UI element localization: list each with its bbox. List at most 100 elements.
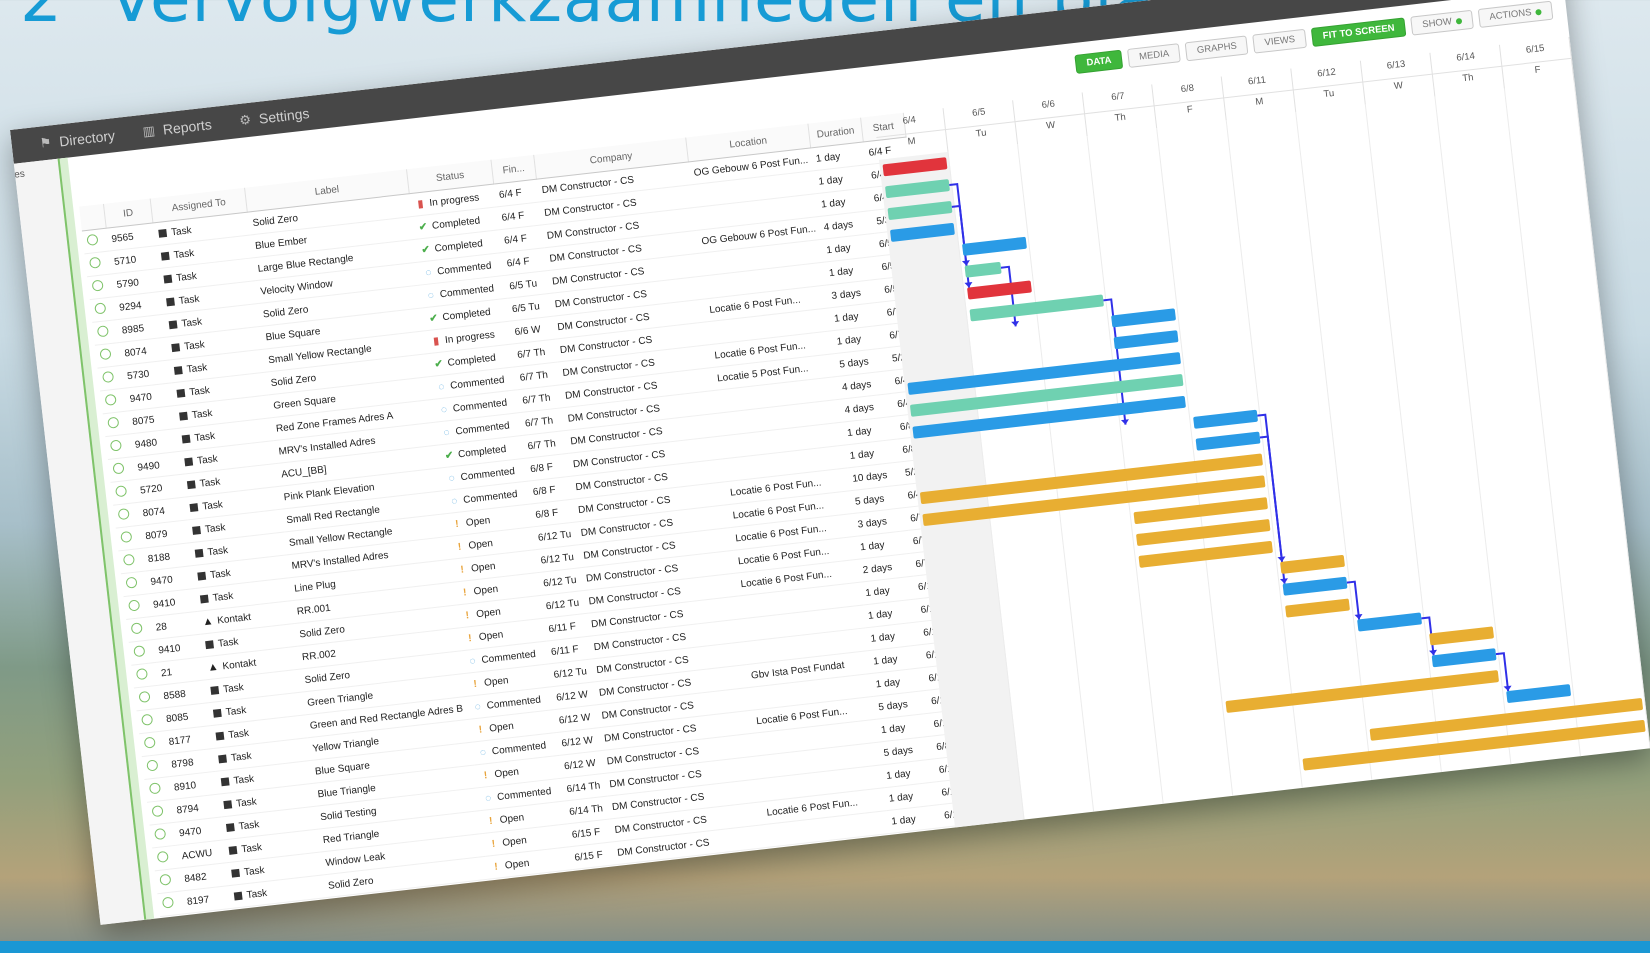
- row-select-cell[interactable]: [115, 525, 143, 551]
- row-select-cell[interactable]: [81, 228, 109, 254]
- row-select-cell[interactable]: [136, 708, 164, 734]
- toolbar-button-views[interactable]: VIEWS: [1252, 28, 1308, 54]
- row-select-cell[interactable]: [102, 411, 130, 437]
- row-select-circle-icon[interactable]: [88, 256, 102, 269]
- row-select-circle-icon[interactable]: [159, 873, 172, 886]
- toolbar-button-graphs[interactable]: GRAPHS: [1184, 35, 1249, 62]
- assigned-label: Task: [183, 338, 206, 353]
- row-select-cell[interactable]: [84, 251, 112, 277]
- status-open-icon: !: [483, 769, 488, 781]
- row-select-cell[interactable]: [131, 662, 159, 689]
- row-select-circle-icon[interactable]: [96, 325, 109, 338]
- row-select-cell[interactable]: [154, 868, 182, 894]
- task-type-icon: [173, 365, 183, 375]
- task-type-icon: [160, 251, 170, 261]
- row-select-circle-icon[interactable]: [117, 508, 130, 521]
- row-select-circle-icon[interactable]: [104, 393, 117, 406]
- planning-app-screenshot: ⚑Directory ▥Reports ⚙Settings tor DATAME…: [10, 0, 1650, 925]
- row-select-cell[interactable]: [87, 273, 115, 300]
- row-select-cell[interactable]: [139, 730, 167, 757]
- task-type-icon: [228, 845, 237, 855]
- row-select-circle-icon[interactable]: [133, 645, 146, 658]
- row-select-circle-icon[interactable]: [115, 485, 128, 498]
- row-select-cell[interactable]: [97, 365, 125, 391]
- row-select-cell[interactable]: [118, 548, 146, 574]
- row-select-cell[interactable]: [110, 479, 138, 506]
- row-select-circle-icon[interactable]: [151, 805, 164, 818]
- row-select-cell[interactable]: [144, 776, 172, 803]
- status-label: Commented: [454, 419, 511, 437]
- row-select-cell[interactable]: [120, 571, 148, 597]
- toolbar-button-fit-to-screen[interactable]: FIT TO SCREEN: [1310, 17, 1407, 47]
- status-label: Commented: [480, 648, 537, 666]
- row-select-cell[interactable]: [107, 456, 135, 483]
- row-select-cell[interactable]: [92, 319, 120, 346]
- toolbar-button-show[interactable]: SHOW: [1410, 9, 1474, 36]
- assigned-label: Task: [170, 224, 193, 238]
- status-label: Commented: [460, 465, 516, 483]
- assigned-label: Task: [199, 475, 221, 490]
- assigned-label: Task: [238, 818, 260, 833]
- row-select-circle-icon[interactable]: [138, 690, 151, 704]
- gantt-date-label: 6/15: [1525, 42, 1545, 56]
- nav-directory[interactable]: ⚑ Directory: [39, 127, 116, 151]
- row-select-circle-icon[interactable]: [156, 850, 169, 863]
- gantt-date-label: 6/13: [1386, 58, 1406, 72]
- row-select-cell[interactable]: [100, 388, 128, 414]
- status-label: In progress: [428, 191, 480, 209]
- row-select-cell[interactable]: [141, 753, 169, 780]
- status-open-icon: !: [457, 541, 462, 553]
- row-select-circle-icon[interactable]: [161, 896, 175, 909]
- row-select-circle-icon[interactable]: [99, 348, 112, 361]
- row-select-circle-icon[interactable]: [91, 279, 104, 292]
- assigned-label: Task: [186, 361, 208, 375]
- assigned-label: Task: [230, 750, 253, 764]
- row-select-circle-icon[interactable]: [86, 233, 99, 246]
- row-select-circle-icon[interactable]: [122, 553, 136, 566]
- row-select-cell[interactable]: [89, 296, 117, 323]
- row-select-circle-icon[interactable]: [107, 416, 120, 429]
- row-select-circle-icon[interactable]: [94, 302, 107, 315]
- task-type-icon: [196, 571, 206, 581]
- task-type-icon: [212, 708, 222, 718]
- nav-reports[interactable]: ▥ Reports: [142, 116, 213, 140]
- row-select-cell[interactable]: [128, 639, 156, 666]
- row-select-circle-icon[interactable]: [148, 782, 162, 795]
- row-select-circle-icon[interactable]: [141, 713, 154, 726]
- toolbar-button-actions[interactable]: ACTIONS: [1477, 0, 1554, 28]
- toolbar-button-label: VIEWS: [1264, 33, 1296, 49]
- row-select-circle-icon[interactable]: [125, 576, 138, 589]
- col-header-select[interactable]: [79, 203, 107, 232]
- row-select-cell[interactable]: [126, 616, 154, 643]
- status-label: Commented: [452, 397, 508, 415]
- row-select-circle-icon[interactable]: [135, 667, 149, 681]
- assigned-label: Task: [201, 498, 224, 513]
- row-select-circle-icon[interactable]: [102, 370, 115, 384]
- row-select-circle-icon[interactable]: [112, 462, 125, 475]
- task-type-icon: [157, 228, 167, 238]
- toolbar-button-media[interactable]: MEDIA: [1127, 43, 1182, 68]
- row-select-circle-icon[interactable]: [143, 736, 156, 749]
- row-select-circle-icon[interactable]: [120, 530, 133, 544]
- row-select-circle-icon[interactable]: [130, 622, 143, 635]
- assigned-label: Task: [243, 864, 266, 878]
- toolbar-button-data[interactable]: DATA: [1074, 49, 1124, 74]
- status-label: Open: [499, 811, 525, 826]
- row-select-cell[interactable]: [123, 593, 151, 620]
- row-select-cell[interactable]: [157, 890, 185, 917]
- nav-label: Settings: [258, 105, 311, 127]
- row-select-cell[interactable]: [146, 799, 174, 826]
- row-select-circle-icon[interactable]: [146, 759, 159, 772]
- row-select-cell[interactable]: [149, 822, 177, 849]
- row-select-circle-icon[interactable]: [128, 599, 141, 612]
- row-select-cell[interactable]: [113, 502, 141, 529]
- row-select-cell[interactable]: [133, 685, 161, 711]
- row-select-cell[interactable]: [105, 433, 133, 460]
- nav-settings[interactable]: ⚙ Settings: [239, 105, 311, 129]
- status-label: Open: [478, 628, 504, 643]
- row-select-circle-icon[interactable]: [154, 827, 167, 841]
- row-select-circle-icon[interactable]: [109, 439, 122, 452]
- row-select-cell[interactable]: [152, 845, 180, 871]
- row-select-cell[interactable]: [94, 342, 122, 369]
- status-commented-icon: ◌: [484, 792, 492, 804]
